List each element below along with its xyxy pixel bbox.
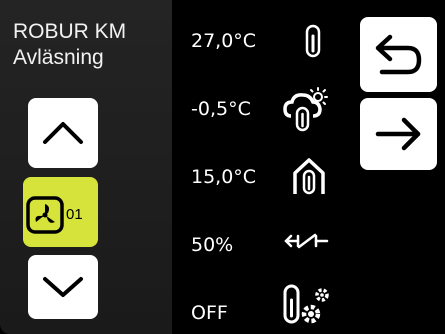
outdoor-weather-thermometer-icon bbox=[283, 87, 328, 132]
heating-status-value: OFF bbox=[191, 302, 228, 324]
back-button[interactable] bbox=[360, 17, 437, 92]
fan-icon bbox=[26, 196, 64, 234]
left-panel: ROBUR KM Avläsning 01 bbox=[0, 0, 172, 334]
damper-position-value: 50% bbox=[191, 234, 234, 256]
damper-valve-icon bbox=[284, 233, 329, 249]
outdoor-temperature-value: -0,5°C bbox=[191, 98, 251, 120]
scroll-up-button[interactable] bbox=[28, 98, 98, 168]
fan-number: 01 bbox=[66, 206, 83, 223]
chevron-up-icon bbox=[43, 122, 83, 144]
indoor-house-thermometer-icon bbox=[293, 158, 325, 195]
fan-selector[interactable]: 01 bbox=[23, 177, 98, 247]
thermometer-icon bbox=[305, 24, 321, 58]
title-line-1: ROBUR KM bbox=[13, 20, 127, 43]
scroll-down-button[interactable] bbox=[28, 255, 98, 319]
heating-settings-icon bbox=[283, 284, 329, 324]
chevron-down-icon bbox=[43, 277, 83, 297]
right-arrow-icon bbox=[375, 117, 421, 151]
next-button[interactable] bbox=[360, 98, 437, 170]
indoor-temperature-value: 15,0°C bbox=[191, 166, 257, 188]
supply-temperature-value: 27,0°C bbox=[191, 30, 257, 52]
page-title: ROBUR KM Avläsning bbox=[13, 20, 126, 72]
back-arrow-icon bbox=[375, 34, 422, 75]
title-line-2: Avläsning bbox=[13, 46, 104, 69]
